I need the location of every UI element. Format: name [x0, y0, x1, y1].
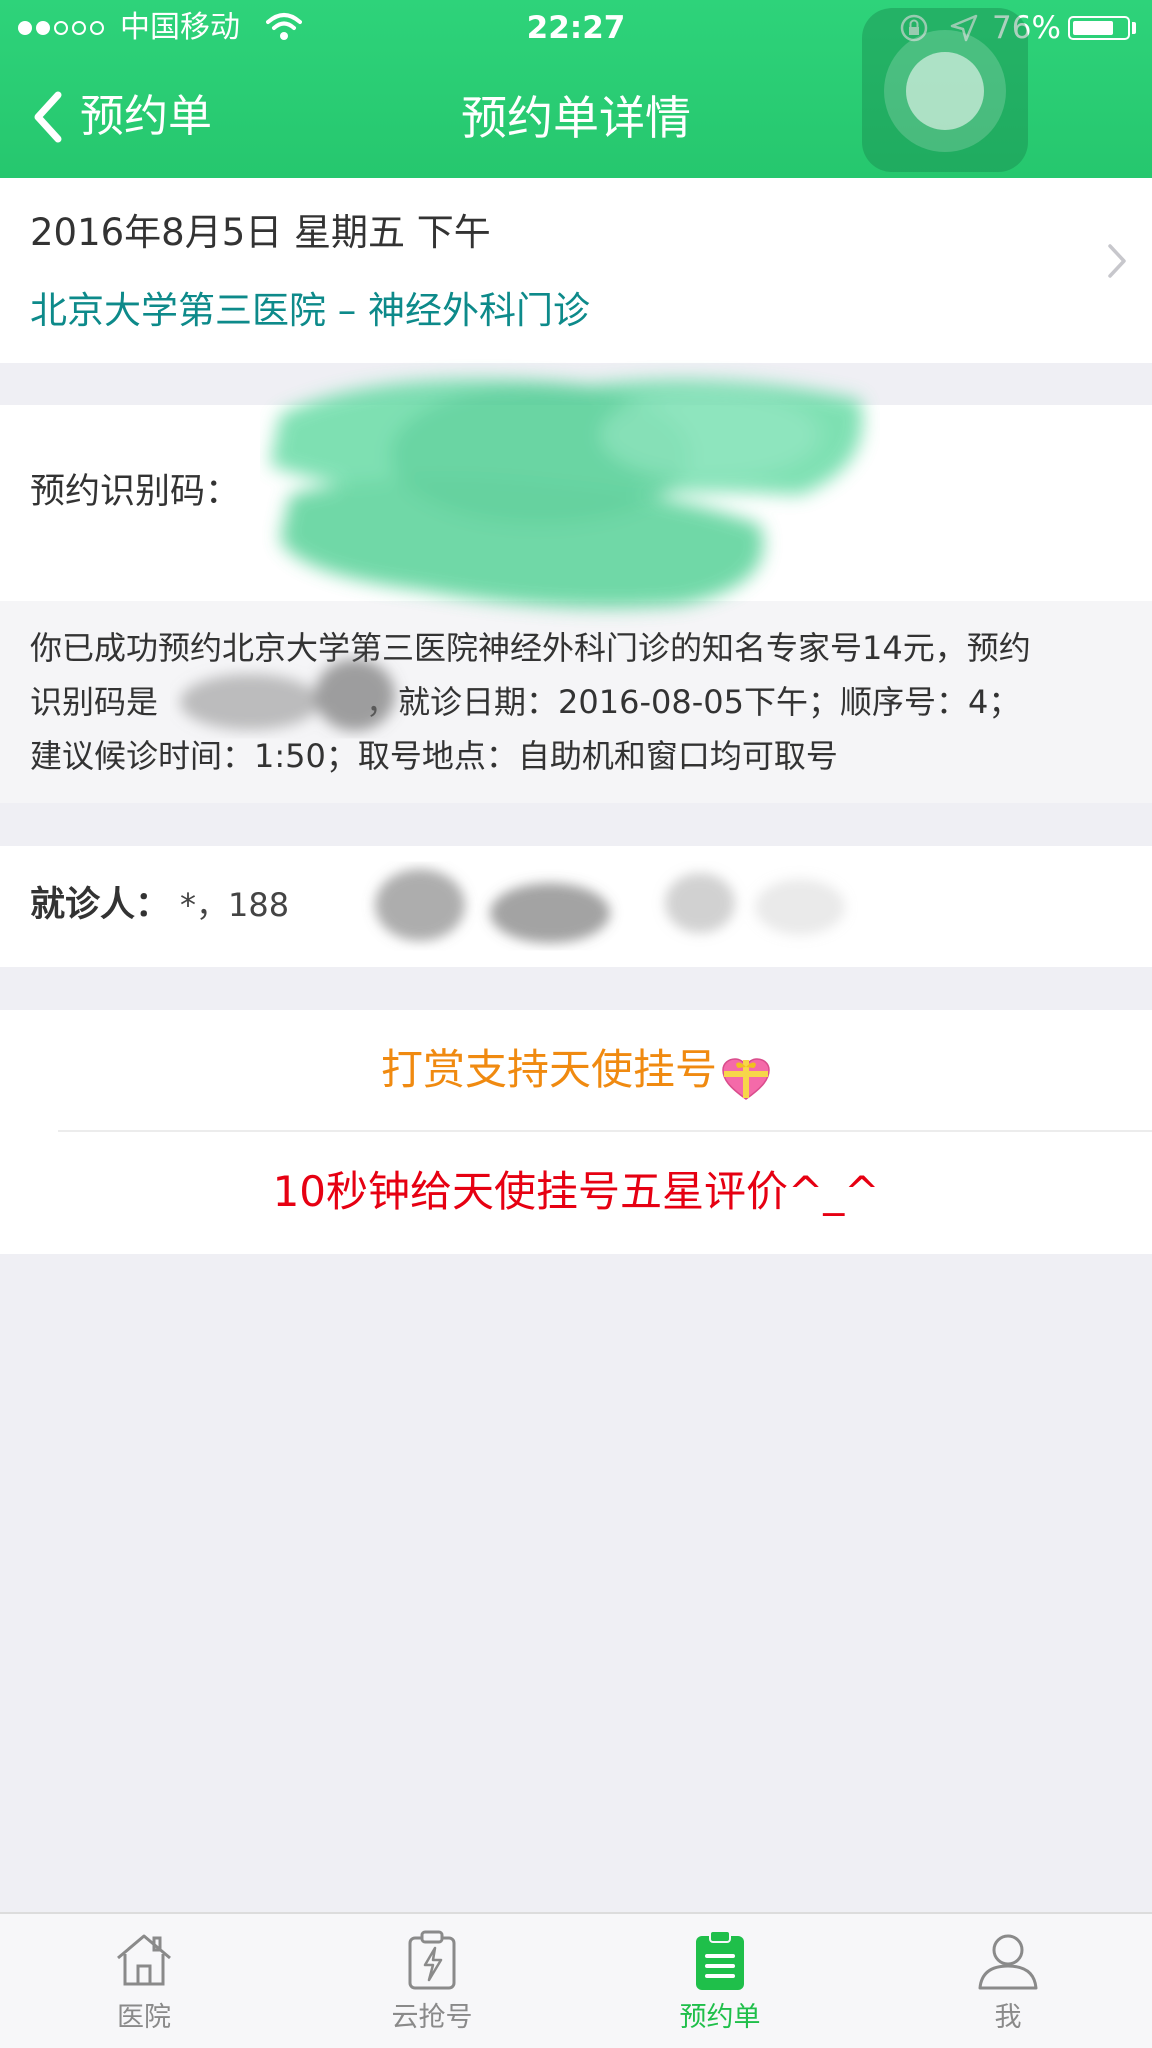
notice-line-1: 你已成功预约北京大学第三医院神经外科门诊的知名专家号14元，预约 [30, 629, 1031, 667]
tab-me-label: 我 [994, 2002, 1022, 2033]
tab-bar: 医院 云抢号 预约单 我 [0, 1912, 1152, 2048]
hospital-icon [117, 1934, 171, 1986]
tab-hospital-label: 医院 [117, 2002, 171, 2033]
booking-notice-text: 你已成功预约北京大学第三医院神经外科门诊的知名专家号14元，预约 识别码是 ，就诊… [30, 621, 1130, 783]
appointment-summary-row[interactable]: 2016年8月5日 星期五 下午 北京大学第三医院 – 神经外科门诊 [0, 178, 1152, 363]
hospital-department: 北京大学第三医院 – 神经外科门诊 [30, 289, 591, 332]
notice-line-2-prefix: 识别码是 [30, 683, 159, 721]
identification-code-label: 预约识别码： [30, 472, 241, 512]
battery-icon [1068, 16, 1130, 40]
tab-cloud-booking-label: 云抢号 [391, 2002, 473, 2033]
rate-five-stars-button[interactable]: 10秒钟给天使挂号五星评价^_^ [0, 1132, 1152, 1252]
identification-code-section: 预约识别码： [0, 405, 1152, 601]
header: 中国移动 22:27 76% 预约单 预约单详情 [0, 0, 1152, 178]
battery-level-fill [1073, 21, 1113, 35]
action-list: 打赏支持天使挂号 10秒钟给天使挂号五星评价^_^ [0, 1010, 1152, 1254]
reward-label: 打赏支持天使挂号 [380, 1045, 717, 1094]
patient-info: *，188 [180, 886, 290, 924]
person-icon [978, 1934, 1038, 1990]
patient-row: 就诊人： *，188 [0, 846, 1152, 967]
tab-cloud-booking[interactable]: 云抢号 [288, 1914, 576, 2048]
notice-line-2-suffix: ，就诊日期：2016-08-05下午；顺序号：4； [366, 683, 1021, 721]
notice-line-3: 建议候诊时间：1:50；取号地点：自助机和窗口均可取号 [30, 737, 838, 775]
flash-clipboard-icon [408, 1930, 456, 1990]
tab-orders-label: 预约单 [679, 2002, 761, 2033]
order-list-icon [696, 1930, 744, 1990]
appointment-detail-screen: 中国移动 22:27 76% 预约单 预约单详情 2016年8月5日 星期五 下… [0, 0, 1152, 2048]
rate-label: 10秒钟给天使挂号五星评价^_^ [272, 1167, 880, 1216]
booking-notice: 你已成功预约北京大学第三医院神经外科门诊的知名专家号14元，预约 识别码是 ，就诊… [0, 601, 1152, 803]
reward-button[interactable]: 打赏支持天使挂号 [0, 1010, 1152, 1130]
gift-heart-icon [722, 1057, 770, 1100]
patient-label: 就诊人： [30, 885, 171, 925]
tab-orders[interactable]: 预约单 [576, 1914, 864, 2048]
chevron-right-icon [1108, 244, 1126, 278]
tab-hospital[interactable]: 医院 [0, 1914, 288, 2048]
appointment-date: 2016年8月5日 星期五 下午 [30, 211, 491, 254]
tab-me[interactable]: 我 [864, 1914, 1152, 2048]
assistive-touch-button[interactable] [862, 8, 1028, 172]
